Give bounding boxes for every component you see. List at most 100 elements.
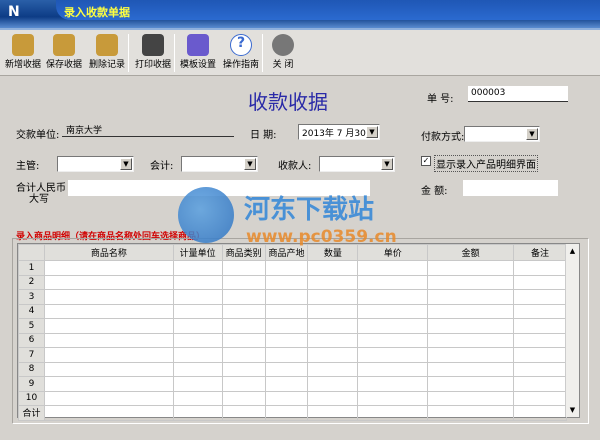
- chevron-down-icon[interactable]: ▼: [526, 128, 538, 140]
- grid-cell[interactable]: [513, 332, 567, 348]
- toolbar-button-6[interactable]: 关 闭: [268, 32, 298, 74]
- grid-cell[interactable]: [264, 390, 309, 406]
- grid-cell[interactable]: [264, 274, 309, 290]
- column-header[interactable]: 计量单位: [172, 244, 223, 261]
- grid-cell[interactable]: [357, 318, 429, 334]
- show-detail-label[interactable]: 显示录入产品明细界面: [434, 155, 538, 172]
- grid-cell[interactable]: [43, 274, 174, 290]
- grid-cell[interactable]: [264, 376, 309, 392]
- supervisor-select[interactable]: ▼: [57, 156, 134, 172]
- grid-cell[interactable]: [264, 405, 309, 421]
- grid-cell[interactable]: [221, 332, 266, 348]
- column-header[interactable]: 备注: [513, 244, 567, 261]
- grid-cell[interactable]: [221, 303, 266, 319]
- toolbar-button-5[interactable]: ? 操作指南: [220, 32, 262, 74]
- scroll-down-icon[interactable]: ▼: [566, 403, 579, 417]
- payee-select[interactable]: ▼: [319, 156, 395, 172]
- grid-cell[interactable]: [427, 332, 515, 348]
- grid-cell[interactable]: [307, 303, 359, 319]
- grid-cell[interactable]: [427, 390, 515, 406]
- grid-cell[interactable]: [172, 274, 223, 290]
- grid-cell[interactable]: [43, 347, 174, 363]
- grid-cell[interactable]: [172, 347, 223, 363]
- column-header[interactable]: 商品名称: [43, 244, 174, 261]
- grid-cell[interactable]: [513, 390, 567, 406]
- grid-cell[interactable]: [172, 361, 223, 377]
- grid-cell[interactable]: [307, 332, 359, 348]
- grid-cell[interactable]: [43, 260, 174, 276]
- grid-cell[interactable]: [307, 361, 359, 377]
- chevron-down-icon[interactable]: ▼: [366, 126, 378, 138]
- grid-cell[interactable]: [264, 332, 309, 348]
- grid-cell[interactable]: [43, 289, 174, 305]
- grid-cell[interactable]: [513, 260, 567, 276]
- grid-cell[interactable]: [221, 260, 266, 276]
- grid-cell[interactable]: [172, 318, 223, 334]
- column-header[interactable]: 商品类别: [221, 244, 266, 261]
- toolbar-button-3[interactable]: 打印收据: [132, 32, 174, 74]
- grid-cell[interactable]: [427, 361, 515, 377]
- grid-cell[interactable]: [513, 274, 567, 290]
- grid-cell[interactable]: [43, 405, 174, 421]
- toolbar-button-2[interactable]: 删除记录: [86, 32, 128, 74]
- accountant-select[interactable]: ▼: [181, 156, 258, 172]
- column-header[interactable]: 金额: [427, 244, 515, 261]
- grid-cell[interactable]: [172, 390, 223, 406]
- column-header[interactable]: 单价: [357, 244, 429, 261]
- grid-cell[interactable]: [427, 274, 515, 290]
- column-header[interactable]: 数量: [307, 244, 359, 261]
- toolbar-button-0[interactable]: 新增收据: [4, 32, 42, 74]
- vertical-scrollbar[interactable]: ▲ ▼: [565, 244, 579, 417]
- grid-cell[interactable]: [427, 376, 515, 392]
- grid-cell[interactable]: [357, 274, 429, 290]
- grid-cell[interactable]: [264, 260, 309, 276]
- grid-cell[interactable]: [357, 289, 429, 305]
- chevron-down-icon[interactable]: ▼: [244, 158, 256, 170]
- grid-cell[interactable]: [264, 289, 309, 305]
- grid-cell[interactable]: [43, 361, 174, 377]
- grid-cell[interactable]: [513, 289, 567, 305]
- grid-cell[interactable]: [357, 405, 429, 421]
- grid-cell[interactable]: [427, 303, 515, 319]
- scroll-up-icon[interactable]: ▲: [566, 244, 579, 258]
- grid-cell[interactable]: [172, 405, 223, 421]
- grid-cell[interactable]: [427, 289, 515, 305]
- grid-cell[interactable]: [221, 405, 266, 421]
- grid-cell[interactable]: [264, 303, 309, 319]
- grid-cell[interactable]: [307, 405, 359, 421]
- amount-field[interactable]: [463, 180, 558, 196]
- grid-cell[interactable]: [264, 361, 309, 377]
- grid-cell[interactable]: [221, 289, 266, 305]
- grid-cell[interactable]: [172, 376, 223, 392]
- column-header[interactable]: 商品产地: [264, 244, 309, 261]
- grid-cell[interactable]: [221, 361, 266, 377]
- grid-cell[interactable]: [513, 376, 567, 392]
- grid-cell[interactable]: [307, 347, 359, 363]
- chevron-down-icon[interactable]: ▼: [120, 158, 132, 170]
- grid-cell[interactable]: [307, 289, 359, 305]
- grid-cell[interactable]: [264, 318, 309, 334]
- grid-cell[interactable]: [427, 347, 515, 363]
- grid-cell[interactable]: [357, 347, 429, 363]
- grid-cell[interactable]: [43, 390, 174, 406]
- grid-cell[interactable]: [307, 390, 359, 406]
- grid-cell[interactable]: [43, 318, 174, 334]
- grid-cell[interactable]: [427, 260, 515, 276]
- grid-cell[interactable]: [221, 376, 266, 392]
- grid-cell[interactable]: [43, 376, 174, 392]
- grid-cell[interactable]: [172, 260, 223, 276]
- grid-cell[interactable]: [357, 390, 429, 406]
- grid-cell[interactable]: [513, 405, 567, 421]
- grid-cell[interactable]: [357, 332, 429, 348]
- grid-cell[interactable]: [357, 376, 429, 392]
- grid-cell[interactable]: [221, 347, 266, 363]
- grid-cell[interactable]: [43, 303, 174, 319]
- grid-cell[interactable]: [513, 303, 567, 319]
- grid-cell[interactable]: [357, 260, 429, 276]
- grid-cell[interactable]: [172, 332, 223, 348]
- total-cn-field[interactable]: [68, 180, 370, 196]
- grid-cell[interactable]: [43, 332, 174, 348]
- payment-method-select[interactable]: ▼: [464, 126, 540, 142]
- grid-cell[interactable]: [427, 405, 515, 421]
- chevron-down-icon[interactable]: ▼: [381, 158, 393, 170]
